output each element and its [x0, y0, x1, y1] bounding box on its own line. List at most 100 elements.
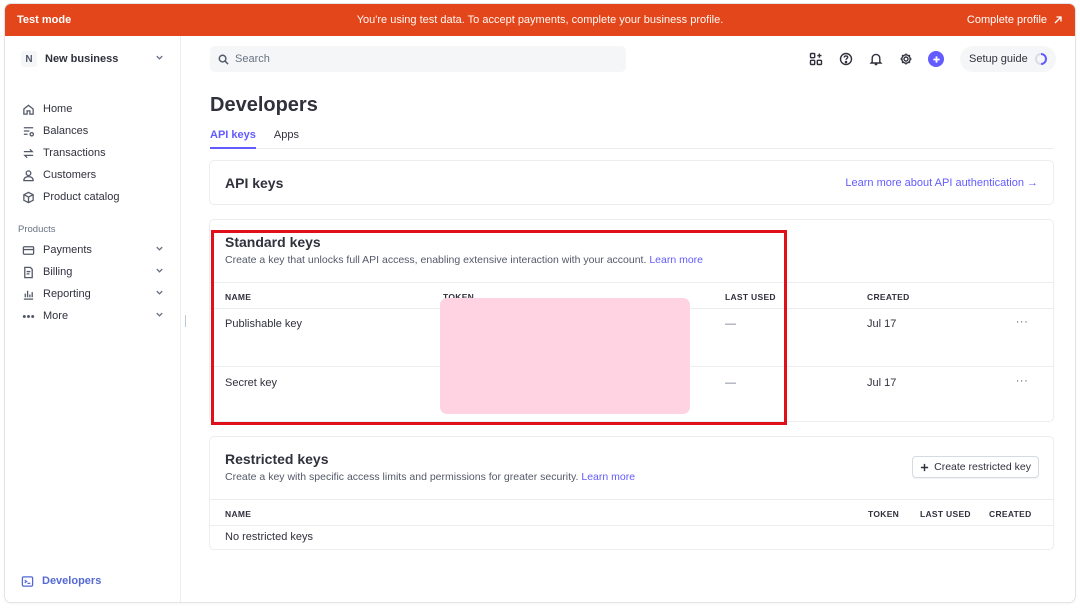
restricted-keys-card: Restricted keys Create a key with specif… [209, 436, 1054, 550]
top-icons [806, 49, 944, 69]
search-input[interactable] [235, 53, 595, 65]
complete-profile-link[interactable]: Complete profile [967, 14, 1063, 26]
sidebar-collapse-handle[interactable] [185, 315, 186, 327]
test-mode-message: You're using test data. To accept paymen… [356, 14, 724, 26]
column-header-created: CREATED [867, 292, 910, 302]
api-keys-card: API keys Learn more about API authentica… [209, 160, 1054, 205]
complete-profile-label: Complete profile [966, 14, 1047, 26]
apps-grid-icon [809, 52, 823, 66]
sidebar-item-label: Developers [42, 575, 102, 587]
search-icon [218, 54, 229, 65]
billing-icon [21, 265, 35, 279]
test-mode-label: Test mode [17, 14, 72, 26]
standard-keys-title: Standard keys [225, 234, 321, 250]
sidebar-item-label: More [43, 310, 69, 322]
plus-icon [932, 55, 940, 63]
product-catalog-icon [21, 190, 35, 204]
key-created: Jul 17 [867, 318, 897, 330]
home-icon [21, 102, 35, 116]
apps-button[interactable] [806, 49, 826, 69]
sidebar-item-label: Transactions [43, 147, 106, 159]
column-header-last-used: LAST USED [920, 509, 971, 519]
transactions-icon [21, 146, 35, 160]
sidebar-item-developers[interactable]: Developers [5, 570, 117, 592]
products-section-label: Products [18, 224, 56, 235]
chevron-down-icon [155, 244, 164, 256]
chevron-down-icon [155, 266, 164, 278]
help-icon [839, 52, 853, 66]
setup-guide-button[interactable]: Setup guide [960, 46, 1056, 72]
sidebar-item-more[interactable]: More [5, 305, 180, 327]
gear-icon [900, 53, 912, 65]
settings-button[interactable] [896, 49, 916, 69]
customers-icon [21, 168, 35, 182]
search-bar[interactable] [210, 46, 626, 72]
business-switcher[interactable]: N New business [13, 46, 172, 72]
sidebar-item-transactions[interactable]: Transactions [5, 142, 180, 164]
progress-ring-icon [1034, 53, 1047, 65]
row-more-button[interactable]: ··· [1013, 375, 1031, 389]
column-header-last-used: LAST USED [725, 292, 776, 302]
key-last-used: — [725, 377, 736, 389]
sidebar-item-label: Customers [43, 169, 97, 181]
tab-bar: API keys Apps [210, 128, 1054, 149]
sidebar-item-label: Payments [43, 244, 92, 256]
sidebar-item-billing[interactable]: Billing [5, 261, 180, 283]
standard-keys-description: Create a key that unlocks full API acces… [225, 254, 1038, 266]
sidebar-item-payments[interactable]: Payments [5, 239, 180, 261]
sidebar-item-label: Reporting [43, 288, 91, 300]
column-header-name: NAME [225, 292, 252, 302]
restricted-keys-table-header: NAME TOKEN LAST USED CREATED [210, 499, 1053, 526]
standard-keys-learn-more-link[interactable]: Learn more [649, 254, 703, 266]
key-name: Secret key [225, 377, 277, 389]
plus-icon [921, 463, 929, 471]
tab-api-keys[interactable]: API keys [210, 128, 256, 149]
business-name: New business [45, 53, 119, 65]
sidebar-item-label: Billing [43, 266, 73, 278]
more-icon [21, 309, 35, 323]
reporting-icon [21, 287, 35, 301]
sidebar-item-customers[interactable]: Customers [5, 164, 180, 186]
balances-icon [21, 124, 35, 138]
app-window: Test mode You're using test data. To acc… [5, 4, 1075, 602]
page-title: Developers [210, 94, 318, 116]
standard-keys-description-text: Create a key that unlocks full API acces… [225, 254, 647, 266]
business-avatar: N [21, 51, 37, 67]
restricted-keys-description-text: Create a key with specific access limits… [225, 471, 579, 483]
create-restricted-key-label: Create restricted key [934, 461, 1031, 473]
column-header-name: NAME [225, 509, 252, 519]
sidebar-item-home[interactable]: Home [5, 98, 180, 120]
restricted-keys-learn-more-link[interactable]: Learn more [581, 471, 635, 483]
api-keys-title: API keys [225, 174, 284, 191]
chevron-down-icon [155, 288, 164, 300]
sidebar-item-label: Balances [43, 125, 89, 137]
create-new-button[interactable] [928, 51, 944, 67]
external-arrow-icon [1054, 16, 1062, 24]
key-created: Jul 17 [867, 377, 897, 389]
key-last-used: — [725, 318, 736, 330]
no-restricted-keys-message: No restricted keys [225, 531, 314, 543]
token-redaction-overlay [440, 298, 690, 414]
bell-icon [869, 53, 883, 66]
sidebar: N New business Home Balances Transaction… [5, 36, 181, 602]
chevron-down-icon [155, 53, 164, 65]
sidebar-item-product-catalog[interactable]: Product catalog [5, 186, 180, 208]
help-button[interactable] [836, 49, 856, 69]
key-name: Publishable key [225, 318, 303, 330]
notifications-button[interactable] [866, 49, 886, 69]
sidebar-item-reporting[interactable]: Reporting [5, 283, 180, 305]
row-more-button[interactable]: ··· [1013, 316, 1031, 330]
create-restricted-key-button[interactable]: Create restricted key [912, 456, 1039, 478]
main-nav: Home Balances Transactions Customers Pro… [5, 98, 180, 327]
sidebar-item-balances[interactable]: Balances [5, 120, 180, 142]
setup-guide-label: Setup guide [969, 53, 1028, 65]
chevron-down-icon [155, 310, 164, 322]
test-mode-banner: Test mode You're using test data. To acc… [5, 4, 1075, 36]
learn-api-authentication-link[interactable]: Learn more about API authentication → [845, 177, 1038, 189]
tab-apps[interactable]: Apps [274, 128, 299, 149]
sidebar-item-label: Home [43, 103, 73, 115]
payments-icon [21, 243, 35, 257]
terminal-icon [21, 575, 34, 588]
column-header-created: CREATED [989, 509, 1032, 519]
column-header-token: TOKEN [868, 509, 900, 519]
